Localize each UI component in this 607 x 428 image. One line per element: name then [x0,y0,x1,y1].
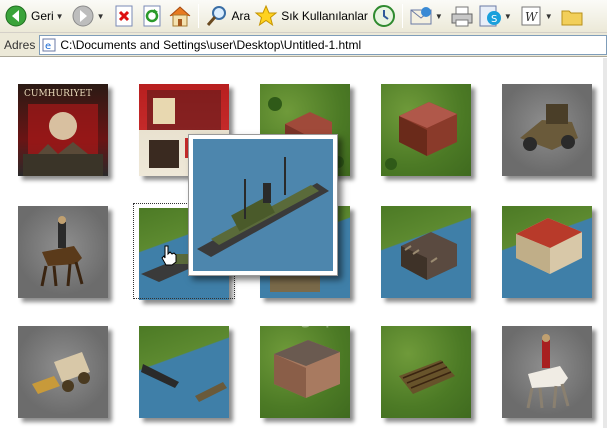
hand-cursor-icon [160,244,178,269]
search-label: Ara [231,9,251,23]
stop-button[interactable] [110,2,138,30]
svg-text:W: W [525,10,539,24]
browser-toolbar: Geri ▼ ▼ Ara Sık Kullanılanlar ▼ S ▼ W ▼ [0,0,607,33]
home-icon [168,4,192,28]
history-icon [372,4,396,28]
star-icon [254,4,278,28]
thumbnail-vintage-car[interactable] [502,84,592,176]
svg-text:e: e [45,41,51,52]
thumbnail-horse-rider[interactable] [18,206,108,298]
ie-page-icon: e [42,38,56,52]
back-dropdown-icon[interactable]: ▼ [56,12,64,21]
history-button[interactable] [370,2,398,30]
print-button[interactable] [448,2,476,30]
vertical-scrollbar[interactable] [603,58,607,428]
toolbar-separator [197,4,199,28]
word-icon: W [519,4,543,28]
printer-icon [450,4,474,28]
thumbnail-ruined-building[interactable] [381,206,471,298]
svg-text:S: S [491,14,497,25]
preview-image-steamship [193,139,333,271]
refresh-button[interactable] [138,2,166,30]
poster-caption: CUMHURIYET [24,89,92,99]
thumbnail-cumhuriyet-poster[interactable]: CUMHURIYET [18,84,108,176]
mail-button[interactable]: ▼ [407,2,448,30]
edit-dropdown-icon[interactable]: ▼ [545,12,553,21]
messenger-button[interactable]: S ▼ [476,2,517,30]
thumbnail-ships-coast[interactable] [139,326,229,418]
search-icon [205,4,229,28]
thumbnail-cavalry-rider[interactable] [502,326,592,418]
messenger-icon: S [478,4,502,28]
search-button[interactable]: Ara [203,2,253,30]
thumbnail-horse-cart[interactable] [18,326,108,418]
back-button[interactable]: Geri ▼ [2,2,69,30]
enlarged-preview-popup [188,134,338,276]
forward-button[interactable]: ▼ [69,2,110,30]
folder-button[interactable] [558,2,586,30]
thumbnail-red-roof-building[interactable] [502,206,592,298]
forward-dropdown-icon[interactable]: ▼ [97,12,105,21]
home-button[interactable] [166,2,194,30]
toolbar-separator-2 [401,4,403,28]
address-field[interactable]: e C:\Documents and Settings\user\Desktop… [39,34,607,55]
thumbnail-school-building[interactable] [260,326,350,418]
folder-icon [560,4,584,28]
address-url: C:\Documents and Settings\user\Desktop\U… [60,37,362,52]
thumbnail-army-formation[interactable] [381,326,471,418]
back-arrow-icon [4,4,28,28]
back-label: Geri [31,9,54,23]
page-content: CUMHURIYET www.db6.blogspot.com [0,58,607,428]
watermark-text: www.db6.blogspot.com [160,304,414,328]
mail-dropdown-icon[interactable]: ▼ [435,12,443,21]
forward-arrow-icon [71,4,95,28]
address-label: Adres [4,37,36,52]
favorites-label: Sık Kullanılanlar [281,9,368,23]
stop-icon [112,4,136,28]
refresh-icon [140,4,164,28]
edit-button[interactable]: W ▼ [517,2,558,30]
mail-icon [409,4,433,28]
thumbnail-brick-mansion[interactable] [381,84,471,176]
address-bar: Adres e C:\Documents and Settings\user\D… [0,33,607,57]
favorites-button[interactable]: Sık Kullanılanlar [252,2,370,30]
messenger-dropdown-icon[interactable]: ▼ [504,12,512,21]
